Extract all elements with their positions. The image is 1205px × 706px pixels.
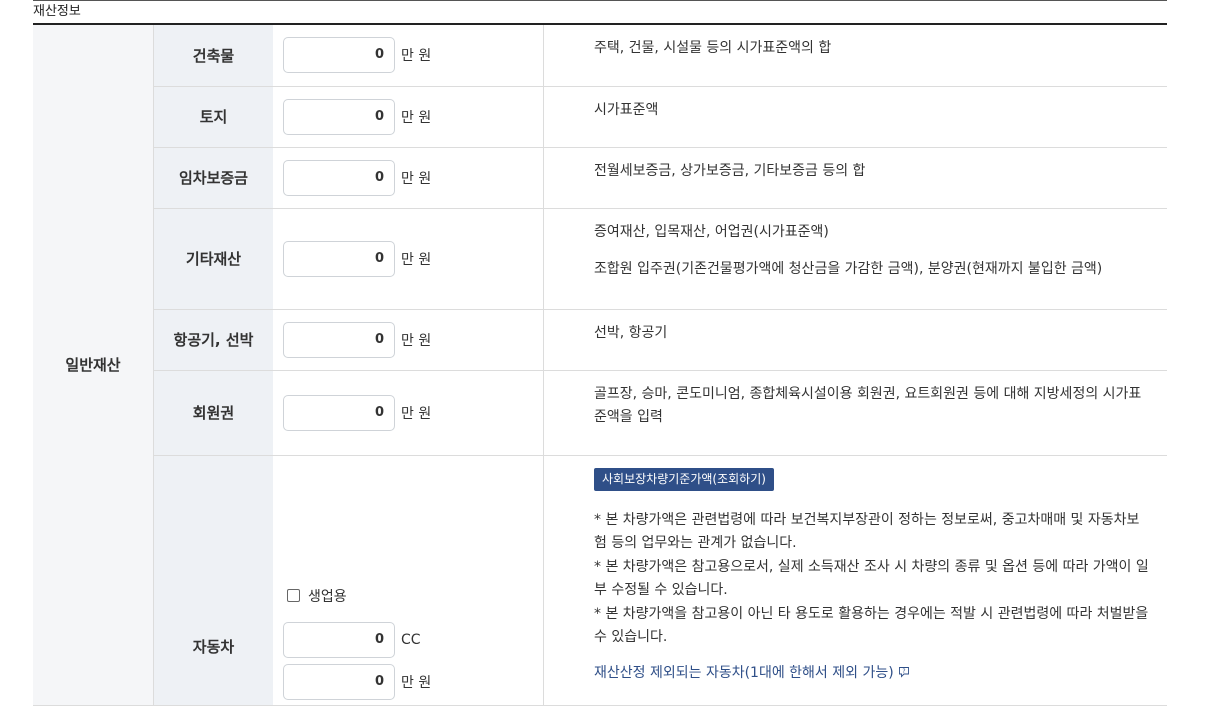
desc-text: 골프장, 승마, 콘도미니엄, 종합체육시설이용 회원권, 요트회원권 등에 대… bbox=[594, 385, 1142, 425]
deposit-value-input[interactable]: 0 bbox=[283, 159, 395, 196]
label-deposit: 임차보증금 bbox=[153, 147, 273, 209]
row-other-property: 기타재산 0 만 원 증여재산, 입목재산, 어업권(시가표준액) 조합원 입주권… bbox=[33, 208, 1167, 310]
desc-text: 전월세보증금, 상가보증금, 기타보증금 등의 합 bbox=[594, 162, 866, 179]
desc-land: 시가표준액 bbox=[543, 86, 1167, 148]
exclusion-link-row: 재산산정 제외되는 자동차(1대에 한해서 제외 가능)? bbox=[594, 662, 1152, 685]
other-property-value-input[interactable]: 0 bbox=[283, 240, 395, 277]
desc-text: 시가표준액 bbox=[594, 101, 659, 118]
building-value-input[interactable]: 0 bbox=[283, 37, 395, 74]
desc-aircraft-ship: 선박, 항공기 bbox=[543, 309, 1167, 371]
desc-text: 선박, 항공기 bbox=[594, 324, 668, 341]
note-item: * 본 차량가액은 참고용으로서, 실제 소득재산 조사 시 차량의 종류 및 … bbox=[594, 558, 1149, 599]
row-aircraft-ship: 항공기, 선박 0 만 원 선박, 항공기 bbox=[33, 309, 1167, 371]
unit-label: 만 원 bbox=[401, 251, 432, 268]
desc-other-property: 증여재산, 입목재산, 어업권(시가표준액) 조합원 입주권(기존건물평가액에 … bbox=[543, 208, 1167, 310]
note-item: * 본 차량가액을 참고용이 아닌 타 용도로 활용하는 경우에는 적발 시 관… bbox=[594, 605, 1149, 646]
unit-label: 만 원 bbox=[401, 674, 432, 691]
property-info-section: 재산정보 일반재산 건축물 0 만 원 주택, 건물, 시설물 등의 시가표준액의… bbox=[33, 0, 1167, 706]
desc-deposit: 전월세보증금, 상가보증금, 기타보증금 등의 합 bbox=[543, 147, 1167, 209]
input-cell: 0 만 원 bbox=[273, 309, 544, 371]
unit-label: 만 원 bbox=[401, 332, 432, 349]
cc-value-input[interactable]: 0 bbox=[283, 621, 395, 658]
cc-unit-label: CC bbox=[401, 631, 421, 648]
property-table: 일반재산 건축물 0 만 원 주택, 건물, 시설물 등의 시가표준액의 합 토지… bbox=[33, 25, 1167, 706]
input-cell: 0 만 원 bbox=[273, 25, 544, 87]
input-cell: 0 만 원 bbox=[273, 86, 544, 148]
svg-text:?: ? bbox=[902, 668, 905, 675]
section-title: 재산정보 bbox=[33, 0, 1167, 25]
unit-label: 만 원 bbox=[401, 109, 432, 126]
desc-building: 주택, 건물, 시설물 등의 시가표준액의 합 bbox=[543, 25, 1167, 87]
input-cell: 0 만 원 bbox=[273, 208, 544, 310]
category-general-property: 일반재산 bbox=[33, 25, 154, 706]
row-car: 자동차 생업용 0 CC 0 만 원 사회보장차량기준가액(조회하기) * 본 차량… bbox=[33, 455, 1167, 706]
aircraft-ship-value-input[interactable]: 0 bbox=[283, 321, 395, 358]
vehicle-price-lookup-button[interactable]: 사회보장차량기준가액(조회하기) bbox=[594, 467, 774, 491]
desc-membership: 골프장, 승마, 콘도미니엄, 종합체육시설이용 회원권, 요트회원권 등에 대… bbox=[543, 370, 1167, 456]
row-membership: 회원권 0 만 원 골프장, 승마, 콘도미니엄, 종합체육시설이용 회원권, 요… bbox=[33, 370, 1167, 456]
unit-label: 만 원 bbox=[401, 405, 432, 422]
car-input-cell: 생업용 0 CC 0 만 원 bbox=[273, 455, 544, 706]
land-value-input[interactable]: 0 bbox=[283, 98, 395, 135]
label-other-property: 기타재산 bbox=[153, 208, 273, 310]
label-building: 건축물 bbox=[153, 25, 273, 87]
unit-label: 만 원 bbox=[401, 170, 432, 187]
business-use-checkbox[interactable] bbox=[287, 588, 300, 602]
label-land: 토지 bbox=[153, 86, 273, 148]
desc-car: 사회보장차량기준가액(조회하기) * 본 차량가액은 관련법령에 따라 보건복지… bbox=[543, 455, 1167, 706]
row-deposit: 임차보증금 0 만 원 전월세보증금, 상가보증금, 기타보증금 등의 합 bbox=[33, 147, 1167, 209]
desc-text: 주택, 건물, 시설물 등의 시가표준액의 합 bbox=[594, 40, 832, 56]
car-price-row: 0 만 원 bbox=[283, 663, 543, 700]
business-use-label: 생업용 bbox=[308, 588, 347, 605]
car-price-value-input[interactable]: 0 bbox=[283, 663, 395, 700]
excluded-car-link[interactable]: 재산산정 제외되는 자동차(1대에 한해서 제외 가능) bbox=[594, 665, 894, 681]
input-cell: 0 만 원 bbox=[273, 147, 544, 209]
label-membership: 회원권 bbox=[153, 370, 273, 456]
desc-text: 조합원 입주권(기존건물평가액에 청산금을 가감한 금액), 분양권(현재까지 … bbox=[594, 260, 1103, 277]
note-item: * 본 차량가액은 관련법령에 따라 보건복지부장관이 정하는 정보로써, 중고… bbox=[594, 511, 1140, 552]
speech-bubble-help-icon[interactable]: ? bbox=[898, 666, 910, 678]
desc-text: 증여재산, 입목재산, 어업권(시가표준액) bbox=[594, 223, 829, 240]
row-building: 일반재산 건축물 0 만 원 주택, 건물, 시설물 등의 시가표준액의 합 bbox=[33, 25, 1167, 706]
label-aircraft-ship: 항공기, 선박 bbox=[153, 309, 273, 371]
business-use-option[interactable]: 생업용 bbox=[283, 586, 543, 606]
label-car: 자동차 bbox=[153, 455, 273, 706]
row-land: 토지 0 만 원 시가표준액 bbox=[33, 86, 1167, 148]
cc-row: 0 CC bbox=[283, 621, 543, 658]
vehicle-notes: * 본 차량가액은 관련법령에 따라 보건복지부장관이 정하는 정보로써, 중고… bbox=[594, 509, 1152, 650]
input-cell: 0 만 원 bbox=[273, 370, 544, 456]
unit-label: 만 원 bbox=[401, 48, 432, 65]
membership-value-input[interactable]: 0 bbox=[283, 394, 395, 431]
